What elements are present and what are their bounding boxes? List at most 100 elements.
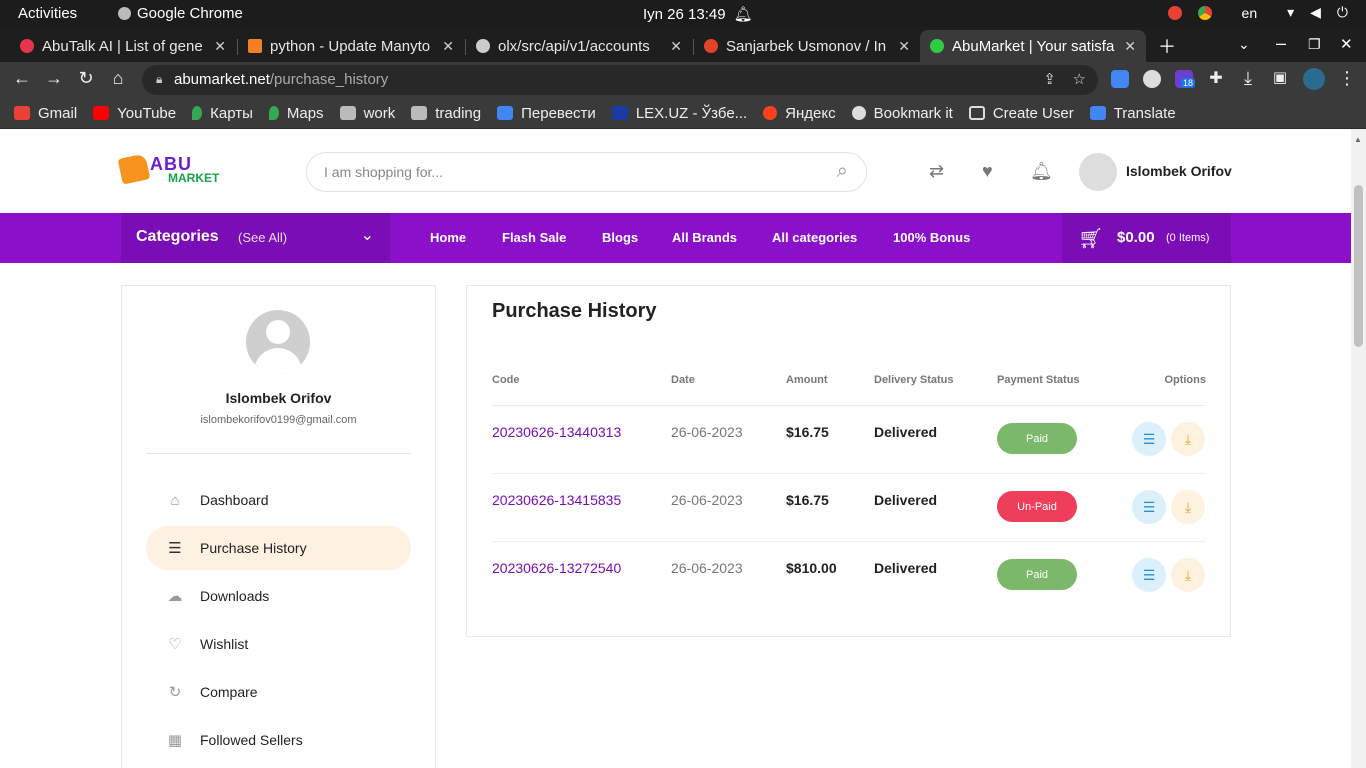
nav-all-categories[interactable]: All categories [772, 230, 857, 245]
bookmark-folder-trading[interactable]: trading [411, 105, 481, 122]
translate-extension-icon[interactable] [1111, 70, 1129, 88]
folder-icon [411, 106, 428, 120]
nav-bonus[interactable]: 100% Bonus [893, 230, 970, 245]
header-user-name[interactable]: Islombek Orifov [1126, 163, 1232, 179]
scrollbar-thumb[interactable] [1354, 185, 1363, 347]
tab-stackoverflow[interactable]: python - Update Manyto ✕ [238, 30, 464, 62]
download-icon[interactable]: ⤓ [1237, 68, 1259, 89]
order-details-icon[interactable]: ☰ [1132, 422, 1166, 456]
globe-icon [851, 106, 866, 120]
bookmark-youtube[interactable]: YouTube [93, 105, 176, 122]
order-amount: $16.75 [786, 424, 829, 440]
bookmark-karty[interactable]: Карты [192, 105, 253, 122]
table-header: Code Date Amount Delivery Status Payment… [492, 374, 1206, 406]
user-avatar[interactable] [1079, 153, 1117, 191]
tab-gitlab[interactable]: Sanjarbek Usmonov / In ✕ [694, 30, 920, 62]
download-invoice-icon[interactable]: ⤓ [1171, 422, 1205, 456]
speed-extension-icon[interactable] [1143, 70, 1161, 88]
search-input[interactable]: I am shopping for... ⌕ [306, 152, 867, 192]
compare-icon[interactable]: ⇄ [929, 161, 944, 182]
page-scrollbar[interactable]: ▲ [1351, 129, 1366, 768]
cart-button[interactable]: 🛒︎ $0.00 (0 Items) [1062, 213, 1231, 263]
close-icon[interactable]: ✕ [442, 38, 454, 55]
side-panel-icon[interactable]: ▣ [1269, 68, 1291, 86]
extensions-puzzle-icon[interactable]: ✚ [1205, 68, 1227, 88]
order-details-icon[interactable]: ☰ [1132, 558, 1166, 592]
maps-pin-icon [268, 106, 279, 120]
bookmark-bookmarkit[interactable]: Bookmark it [851, 105, 953, 122]
sidebar-item-downloads[interactable]: ☁ Downloads [146, 574, 411, 618]
sidebar-item-wishlist[interactable]: ♡ Wishlist [146, 622, 411, 666]
url-text[interactable]: abumarket.net/purchase_history [174, 71, 388, 88]
close-icon[interactable]: ✕ [898, 38, 910, 55]
nav-flash-sale[interactable]: Flash Sale [502, 230, 566, 245]
chrome-menu-icon[interactable]: ⋮ [1336, 68, 1358, 89]
app-menu[interactable]: Google Chrome [118, 5, 243, 22]
bookmark-lexuz[interactable]: LEX.UZ - Ўзбе... [611, 105, 747, 122]
bookmark-create-user[interactable]: Create User [968, 105, 1074, 122]
order-code-link[interactable]: 20230626-13272540 [492, 560, 621, 576]
close-icon[interactable]: ✕ [214, 38, 226, 55]
sidebar-item-followed-sellers[interactable]: ▦ Followed Sellers [146, 718, 411, 762]
folder-icon [339, 106, 356, 120]
profile-avatar-icon[interactable] [1303, 68, 1325, 90]
new-tab-button[interactable]: ＋ [1158, 33, 1176, 59]
clock[interactable]: Iyn 26 13:49 🔔︎ [643, 5, 753, 24]
bookmark-star-icon[interactable]: ☆ [1073, 70, 1086, 88]
order-code-link[interactable]: 20230626-13415835 [492, 492, 621, 508]
bookmark-folder-work[interactable]: work [339, 105, 395, 122]
see-all-label[interactable]: (See All) [238, 230, 287, 245]
gitlab-favicon [704, 39, 718, 53]
sidebar-item-purchase-history[interactable]: ☰ Purchase History [146, 526, 411, 570]
tab-abutalk[interactable]: AbuTalk AI | List of gene ✕ [10, 30, 236, 62]
download-invoice-icon[interactable]: ⤓ [1171, 558, 1205, 592]
tab-abumarket[interactable]: AbuMarket | Your satisfa ✕ [920, 30, 1146, 62]
lock-icon[interactable]: 🔒︎ [156, 72, 162, 87]
reload-icon[interactable]: ↻ [75, 68, 97, 89]
address-bar[interactable]: 🔒︎ abumarket.net/purchase_history ⇪ ☆ [142, 65, 1098, 95]
forward-icon[interactable]: → [43, 68, 65, 89]
minimize-button[interactable]: – [1276, 33, 1286, 54]
close-icon[interactable]: ✕ [1124, 38, 1136, 55]
order-date: 26-06-2023 [671, 492, 743, 508]
site-logo[interactable]: ABU MARKET [117, 153, 230, 189]
tab-title: python - Update Manyto [270, 37, 431, 55]
home-icon[interactable]: ⌂ [107, 68, 129, 89]
payment-status-badge: Paid [997, 559, 1077, 590]
bookmark-yandex[interactable]: Яндекс [763, 105, 836, 122]
chrome-profile-icon [1167, 5, 1182, 20]
scroll-up-icon[interactable]: ▲ [1354, 135, 1362, 144]
close-icon[interactable]: ✕ [670, 38, 682, 55]
maximize-button[interactable]: ❐ [1308, 36, 1321, 53]
system-tray[interactable]: en ▾ ◀︎ ⏻ [1167, 4, 1348, 21]
extension-badge-icon[interactable]: 18 [1175, 70, 1196, 88]
extension-badge-count: 18 [1181, 78, 1196, 88]
tab-strip: AbuTalk AI | List of gene ✕ python - Upd… [0, 27, 1366, 62]
bookmark-gmail[interactable]: Gmail [14, 105, 77, 122]
nav-all-brands[interactable]: All Brands [672, 230, 737, 245]
nav-blogs[interactable]: Blogs [602, 230, 638, 245]
cart-logo-icon [117, 153, 151, 185]
order-code-link[interactable]: 20230626-13440313 [492, 424, 621, 440]
wishlist-heart-icon[interactable]: ♥ [982, 161, 993, 182]
order-details-icon[interactable]: ☰ [1132, 490, 1166, 524]
col-payment: Payment Status [997, 374, 1080, 386]
bookmark-translate[interactable]: Translate [1089, 105, 1176, 122]
logo-text-market: MARKET [168, 171, 220, 185]
activities-button[interactable]: Activities [18, 5, 77, 22]
nav-home[interactable]: Home [430, 230, 466, 245]
bookmark-maps[interactable]: Maps [268, 105, 324, 122]
back-icon[interactable]: ← [11, 68, 33, 89]
notification-bell-icon[interactable]: 🔔︎ [1030, 161, 1053, 182]
tab-search-icon[interactable]: ⌄ [1238, 36, 1250, 53]
search-icon[interactable]: ⌕ [837, 160, 848, 183]
share-icon[interactable]: ⇪ [1043, 70, 1056, 88]
window-close-button[interactable]: ✕ [1340, 35, 1353, 53]
categories-dropdown[interactable]: Categories (See All) ⌄ [121, 213, 390, 263]
bookmark-perevesti[interactable]: Перевести [497, 105, 596, 122]
download-invoice-icon[interactable]: ⤓ [1171, 490, 1205, 524]
sidebar-item-compare[interactable]: ↻ Compare [146, 670, 411, 714]
tab-github[interactable]: olx/src/api/v1/accounts ✕ [466, 30, 692, 62]
cart-amount: $0.00 [1117, 229, 1155, 246]
sidebar-item-dashboard[interactable]: ⌂ Dashboard [146, 478, 411, 522]
